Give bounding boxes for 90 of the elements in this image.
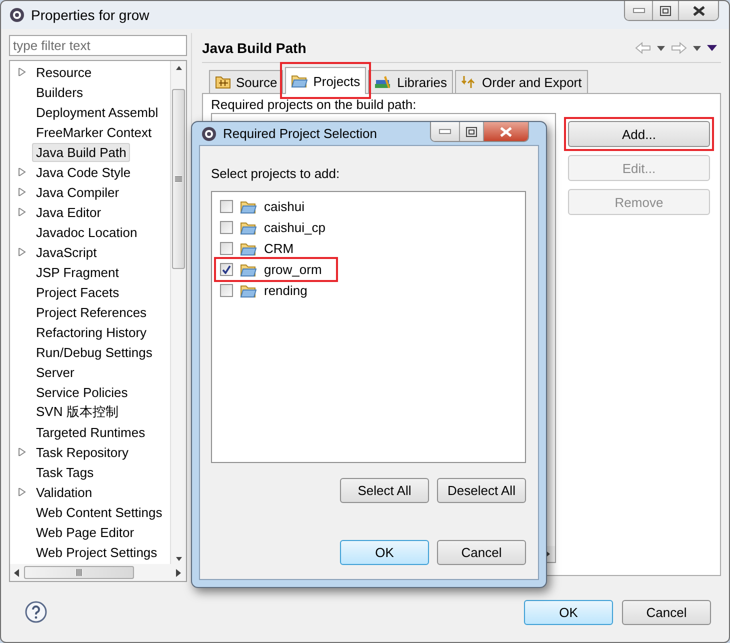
- checkbox[interactable]: [220, 242, 233, 255]
- close-icon: [500, 126, 512, 136]
- dialog-prompt: Select projects to add:: [211, 166, 341, 181]
- order-arrows-icon: [461, 75, 478, 89]
- tree-item[interactable]: Task Tags: [32, 462, 98, 482]
- tree-item[interactable]: Validation: [32, 482, 96, 502]
- minimize-icon: [632, 8, 644, 13]
- tree-item[interactable]: Builders: [32, 82, 87, 102]
- folder-icon: [240, 220, 257, 234]
- folder-icon: [240, 284, 257, 298]
- tree-item[interactable]: Deployment Assembl: [32, 102, 162, 122]
- gear-icon: [9, 7, 25, 23]
- tree-item[interactable]: JSP Fragment: [32, 262, 123, 282]
- maximize-icon: [660, 6, 671, 16]
- books-icon: [374, 75, 392, 89]
- tree-item[interactable]: Run/Debug Settings: [32, 342, 156, 362]
- page-title: Java Build Path: [202, 40, 306, 56]
- tree-item[interactable]: Java Code Style: [32, 162, 135, 182]
- folder-icon: [291, 74, 308, 88]
- tree-item[interactable]: Java Build Path: [32, 142, 130, 162]
- checkbox[interactable]: [220, 221, 233, 234]
- folder-icon: [240, 262, 257, 276]
- dialog-title: Required Project Selection: [223, 126, 377, 141]
- tree-item[interactable]: Targeted Runtimes: [32, 422, 150, 442]
- tree-item[interactable]: Refactoring History: [32, 322, 151, 342]
- expand-arrow-icon[interactable]: [18, 68, 26, 76]
- expand-arrow-icon[interactable]: [18, 188, 26, 196]
- tree-item[interactable]: Server: [32, 362, 78, 382]
- project-name: CRM: [264, 241, 294, 256]
- dialog-button[interactable]: OK: [524, 600, 613, 624]
- dropdown-caret-icon: [657, 44, 665, 52]
- tree-item[interactable]: Web Project Settings: [32, 542, 162, 562]
- tree-item[interactable]: Project Facets: [32, 282, 124, 302]
- selection-button[interactable]: Select All: [340, 478, 429, 503]
- forward-icon[interactable]: [671, 42, 687, 54]
- checkbox[interactable]: [220, 284, 233, 297]
- folder-icon: [240, 200, 257, 214]
- vertical-scrollbar[interactable]: [170, 61, 186, 564]
- tree-item[interactable]: Javadoc Location: [32, 222, 142, 242]
- selection-button[interactable]: Deselect All: [437, 478, 526, 503]
- action-button[interactable]: Add...: [568, 121, 710, 147]
- expand-arrow-icon[interactable]: [18, 448, 26, 456]
- maximize-icon: [466, 126, 477, 136]
- checkbox[interactable]: [220, 263, 233, 276]
- expand-arrow-icon[interactable]: [18, 488, 26, 496]
- dialog-button[interactable]: Cancel: [437, 540, 526, 565]
- view-menu-icon[interactable]: [707, 44, 717, 52]
- scroll-right-icon[interactable]: [176, 568, 182, 576]
- list-label: Required projects on the build path:: [211, 97, 418, 112]
- dialog-button[interactable]: OK: [340, 540, 429, 565]
- tree-item[interactable]: Project References: [32, 302, 151, 322]
- tree-item[interactable]: Task Repository: [32, 442, 132, 462]
- horizontal-scrollbar[interactable]: [10, 564, 186, 581]
- gear-icon: [201, 126, 217, 142]
- grip-icon[interactable]: [175, 176, 182, 182]
- tree-item[interactable]: Java Editor: [32, 202, 106, 222]
- close-button[interactable]: [678, 1, 718, 20]
- tree-item[interactable]: Resource: [32, 62, 96, 82]
- folder-icon: [240, 242, 257, 256]
- project-name: caishui_cp: [264, 220, 326, 235]
- help-icon[interactable]: [25, 601, 47, 623]
- tab[interactable]: Source: [209, 70, 284, 93]
- maximize-button[interactable]: [459, 122, 483, 141]
- grip-icon[interactable]: [76, 569, 82, 576]
- filter-field[interactable]: type filter text: [9, 35, 187, 56]
- scroll-left-icon[interactable]: [14, 568, 20, 576]
- close-icon: [692, 6, 704, 16]
- tab[interactable]: Libraries: [368, 70, 454, 93]
- tree-item[interactable]: Web Page Editor: [32, 522, 138, 542]
- project-name: grow_orm: [264, 262, 322, 277]
- back-icon[interactable]: [635, 42, 651, 54]
- dropdown-caret-icon: [693, 44, 701, 52]
- expand-arrow-icon[interactable]: [18, 168, 26, 176]
- dialog-button[interactable]: Cancel: [622, 600, 711, 624]
- minimize-icon: [439, 129, 451, 134]
- project-name: caishui: [264, 199, 304, 214]
- source-folder-icon: [215, 75, 231, 89]
- maximize-button[interactable]: [652, 1, 678, 20]
- tree-item[interactable]: SVN 版本控制: [32, 401, 122, 423]
- project-name: rending: [264, 283, 308, 298]
- tree-item[interactable]: Java Compiler: [32, 182, 124, 202]
- tree-item[interactable]: JavaScript: [32, 242, 101, 262]
- tree-item[interactable]: Service Policies: [32, 382, 132, 402]
- tree-item[interactable]: Web Content Settings: [32, 502, 166, 522]
- expand-arrow-icon[interactable]: [18, 248, 26, 256]
- window-title: Properties for grow: [31, 7, 150, 23]
- expand-arrow-icon[interactable]: [18, 208, 26, 216]
- checkbox[interactable]: [220, 200, 233, 213]
- tab[interactable]: Order and Export: [455, 70, 588, 93]
- tree-item[interactable]: FreeMarker Context: [32, 122, 156, 142]
